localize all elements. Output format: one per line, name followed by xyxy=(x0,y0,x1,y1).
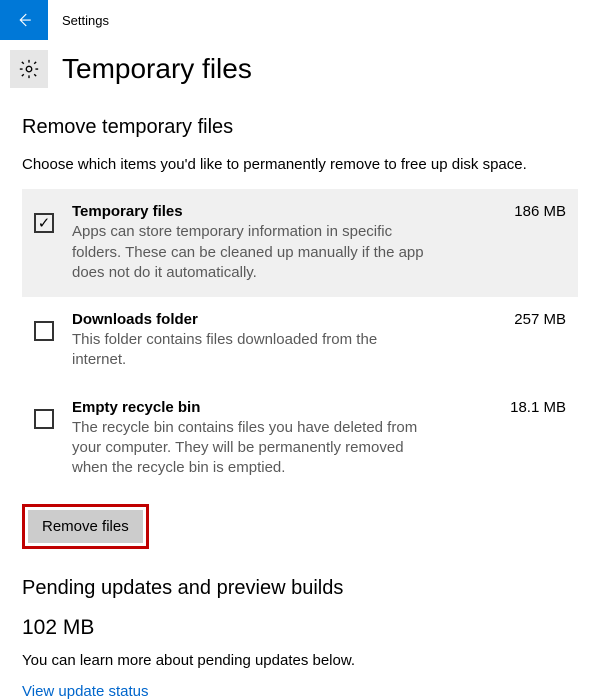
option-size: 186 MB xyxy=(514,203,566,220)
section-pending-heading: Pending updates and preview builds xyxy=(22,577,578,600)
pending-desc: You can learn more about pending updates… xyxy=(22,652,578,669)
view-update-status-link[interactable]: View update status xyxy=(22,683,148,700)
option-recycle-bin[interactable]: Empty recycle bin 18.1 MB The recycle bi… xyxy=(22,385,578,493)
section-remove-heading: Remove temporary files xyxy=(22,116,578,139)
option-size: 257 MB xyxy=(514,311,566,328)
option-temporary-files[interactable]: Temporary files 186 MB Apps can store te… xyxy=(22,189,578,297)
page-title: Temporary files xyxy=(62,53,252,85)
pending-size: 102 MB xyxy=(22,616,578,640)
back-arrow-icon xyxy=(15,11,33,29)
remove-files-highlight: Remove files xyxy=(22,504,149,549)
remove-files-button[interactable]: Remove files xyxy=(28,510,143,543)
gear-icon xyxy=(18,58,40,80)
option-title: Empty recycle bin xyxy=(72,399,200,416)
option-desc: This folder contains files downloaded fr… xyxy=(72,330,432,371)
option-desc: The recycle bin contains files you have … xyxy=(72,418,432,479)
section-remove-description: Choose which items you'd like to permane… xyxy=(22,155,578,175)
gear-icon-box xyxy=(10,50,48,88)
app-name: Settings xyxy=(48,13,109,28)
checkbox-temporary-files[interactable] xyxy=(34,213,54,233)
back-button[interactable] xyxy=(0,0,48,40)
titlebar: Settings xyxy=(0,0,600,40)
option-title: Temporary files xyxy=(72,203,183,220)
option-desc: Apps can store temporary information in … xyxy=(72,222,432,283)
option-title: Downloads folder xyxy=(72,311,198,328)
option-size: 18.1 MB xyxy=(510,399,566,416)
checkbox-downloads-folder[interactable] xyxy=(34,321,54,341)
page-header: Temporary files xyxy=(0,50,600,88)
checkbox-recycle-bin[interactable] xyxy=(34,409,54,429)
option-downloads-folder[interactable]: Downloads folder 257 MB This folder cont… xyxy=(22,297,578,385)
